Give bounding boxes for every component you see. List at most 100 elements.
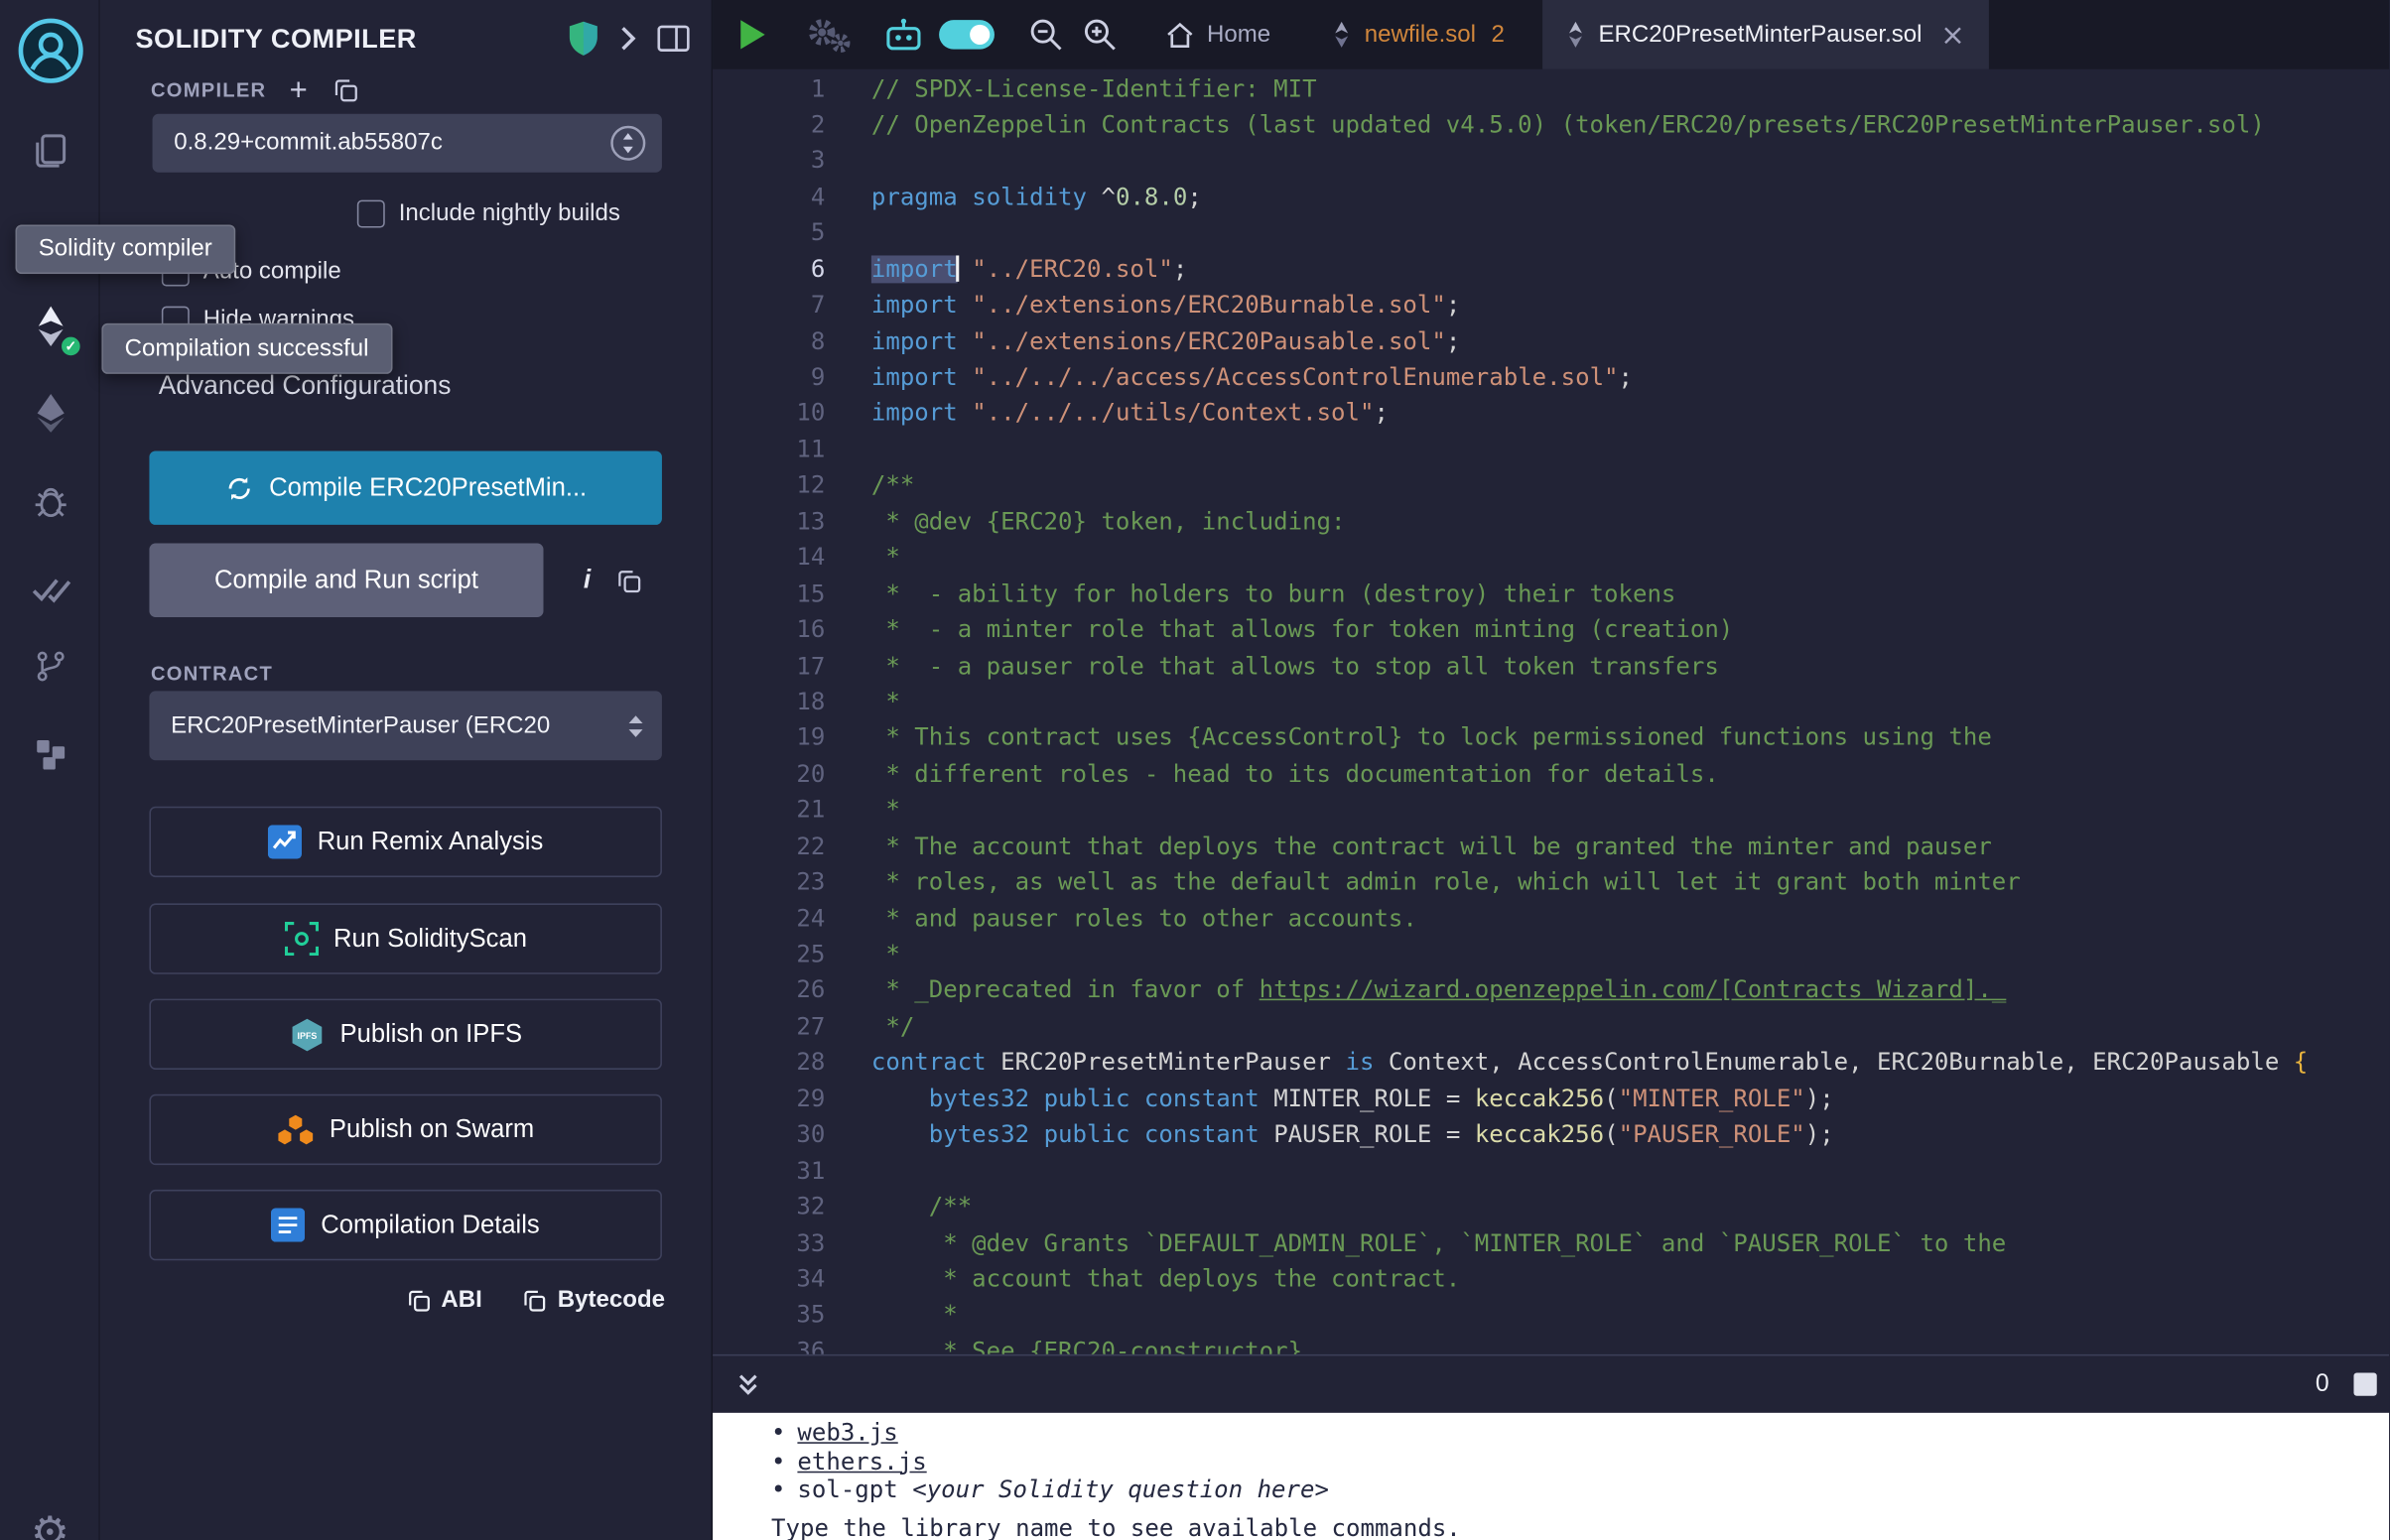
debugger-icon[interactable] — [0, 468, 100, 536]
code-line[interactable]: 33 * @dev Grants `DEFAULT_ADMIN_ROLE`, `… — [713, 1225, 2389, 1261]
code-line[interactable]: 13 * @dev {ERC20} token, including: — [713, 504, 2389, 540]
include-nightly-builds-row[interactable]: Include nightly builds — [357, 197, 620, 231]
code-line[interactable]: 22 * The account that deploys the contra… — [713, 830, 2389, 865]
ipfs-icon: IPFS — [289, 1016, 325, 1052]
copy-version-icon[interactable] — [332, 77, 357, 103]
code-line[interactable]: 24 * and pauser roles to other accounts. — [713, 901, 2389, 937]
code-line[interactable]: 17 * - a pauser role that allows to stop… — [713, 649, 2389, 685]
line-content: import "../../../utils/Context.sol"; — [825, 396, 1389, 432]
tab-home[interactable]: Home — [1145, 0, 1290, 69]
code-line[interactable]: 11 — [713, 433, 2389, 468]
compile-button[interactable]: Compile ERC20PresetMin... — [149, 450, 661, 524]
advanced-configurations[interactable]: Advanced Configurations — [159, 371, 756, 402]
compile-run-button[interactable]: Compile and Run script — [149, 544, 543, 617]
code-line[interactable]: 1// SPDX-License-Identifier: MIT — [713, 71, 2389, 107]
code-line[interactable]: 30 bytes32 public constant PAUSER_ROLE =… — [713, 1117, 2389, 1153]
add-custom-compiler-icon[interactable]: + — [290, 79, 309, 101]
close-tab-icon[interactable]: × — [1940, 18, 1965, 52]
copy-abi-button[interactable]: ABI — [406, 1287, 482, 1315]
code-line[interactable]: 18 * — [713, 685, 2389, 720]
code-line[interactable]: 26 * _Deprecated in favor of https://wiz… — [713, 973, 2389, 1009]
ai-copilot-toggle[interactable] — [939, 20, 995, 49]
code-line[interactable]: 36 * See {ERC20-constructor}. — [713, 1334, 2389, 1353]
tab-label: newfile.sol — [1365, 21, 1476, 49]
code-token — [871, 1120, 929, 1148]
solidity-file-icon — [1566, 22, 1586, 48]
code-line[interactable]: 31 — [713, 1154, 2389, 1190]
code-line[interactable]: 5 — [713, 216, 2389, 252]
code-line[interactable]: 34 * account that deploys the contract. — [713, 1262, 2389, 1298]
code-token — [871, 1193, 929, 1220]
line-content: import "../extensions/ERC20Burnable.sol"… — [825, 288, 1460, 323]
abi-bytecode-row: ABI Bytecode — [406, 1287, 665, 1315]
code-line[interactable]: 3 — [713, 144, 2389, 180]
remix-logo[interactable] — [0, 17, 100, 84]
code-token: "../../../access/AccessControlEnumerable… — [972, 363, 1618, 391]
line-number: 21 — [713, 793, 825, 829]
static-analysis-icon[interactable] — [0, 556, 100, 623]
info-icon[interactable]: i — [584, 565, 591, 595]
run-solidityscan-button[interactable]: Run SolidityScan — [149, 903, 661, 973]
code-token: * different roles - head to its document… — [871, 760, 1719, 788]
code-line[interactable]: 8import "../extensions/ERC20Pausable.sol… — [713, 324, 2389, 360]
code-line[interactable]: 9import "../../../access/AccessControlEn… — [713, 360, 2389, 396]
remix-ide-window: ✓ ⚙ SOLIDITY COMPILER — [0, 0, 2389, 1540]
solidity-compiler-icon[interactable]: ✓ — [0, 293, 100, 360]
editor-settings-gears-icon[interactable] — [804, 15, 854, 55]
tab-erc20presetminterpauser[interactable]: ERC20PresetMinterPauser.sol × — [1543, 0, 1988, 69]
chevron-right-icon[interactable] — [619, 25, 638, 53]
code-line[interactable]: 2// OpenZeppelin Contracts (last updated… — [713, 107, 2389, 143]
zoom-in-icon[interactable] — [1082, 17, 1118, 53]
code-line[interactable]: 29 bytes32 public constant MINTER_ROLE =… — [713, 1082, 2389, 1117]
code-line[interactable]: 15 * - ability for holders to burn (dest… — [713, 577, 2389, 612]
publish-swarm-button[interactable]: Publish on Swarm — [149, 1094, 661, 1165]
code-line[interactable]: 35 * — [713, 1298, 2389, 1334]
line-number: 23 — [713, 865, 825, 901]
code-line[interactable]: 14 * — [713, 541, 2389, 577]
copy-bytecode-button[interactable]: Bytecode — [522, 1287, 665, 1315]
compilation-details-button[interactable]: Compilation Details — [149, 1190, 661, 1260]
code-line[interactable]: 16 * - a minter role that allows for tok… — [713, 612, 2389, 648]
plugin-manager-icon[interactable] — [0, 720, 100, 788]
code-line[interactable]: 32 /** — [713, 1190, 2389, 1225]
code-line[interactable]: 19 * This contract uses {AccessControl} … — [713, 720, 2389, 756]
code-token — [958, 363, 972, 391]
run-script-play-button[interactable] — [737, 19, 766, 52]
tab-newfile[interactable]: newfile.sol 2 — [1312, 0, 1525, 69]
code-line[interactable]: 20 * different roles - head to its docum… — [713, 757, 2389, 793]
line-number: 34 — [713, 1262, 825, 1298]
nightly-checkbox[interactable] — [357, 200, 385, 228]
run-remix-analysis-button[interactable]: Run Remix Analysis — [149, 807, 661, 877]
code-line[interactable]: 23 * roles, as well as the default admin… — [713, 865, 2389, 901]
settings-icon[interactable]: ⚙ — [0, 1497, 100, 1540]
line-number: 28 — [713, 1046, 825, 1082]
contract-select[interactable]: ERC20PresetMinterPauser (ERC20 — [149, 691, 661, 760]
publish-ipfs-button[interactable]: IPFS Publish on IPFS — [149, 999, 661, 1070]
action-label: Run SolidityScan — [333, 924, 527, 953]
file-explorer-icon[interactable] — [0, 117, 100, 185]
terminal-link[interactable]: web3.js — [797, 1419, 897, 1447]
copy-script-icon[interactable] — [615, 568, 641, 593]
compiler-version-select[interactable]: 0.8.29+commit.ab55807c — [153, 114, 662, 173]
split-view-icon[interactable] — [657, 25, 690, 53]
code-line[interactable]: 25 * — [713, 938, 2389, 973]
code-token: Context, AccessControlEnumerable, ERC20B… — [1374, 1049, 2293, 1077]
line-number: 8 — [713, 324, 825, 360]
zoom-out-icon[interactable] — [1028, 17, 1064, 53]
code-line[interactable]: 28contract ERC20PresetMinterPauser is Co… — [713, 1046, 2389, 1082]
git-icon[interactable] — [0, 632, 100, 700]
terminal-link[interactable]: ethers.js — [797, 1448, 926, 1476]
code-token: import — [871, 363, 958, 391]
listen-checkbox[interactable] — [2353, 1372, 2376, 1395]
code-line[interactable]: 7import "../extensions/ERC20Burnable.sol… — [713, 288, 2389, 323]
code-line[interactable]: 6import "../ERC20.sol"; — [713, 252, 2389, 288]
expand-terminal-icon[interactable] — [734, 1372, 762, 1397]
code-line[interactable]: 12/** — [713, 468, 2389, 504]
code-line[interactable]: 4pragma solidity ^0.8.0; — [713, 180, 2389, 215]
code-line[interactable]: 10import "../../../utils/Context.sol"; — [713, 396, 2389, 432]
code-line[interactable]: 21 * — [713, 793, 2389, 829]
code-line[interactable]: 27 */ — [713, 1009, 2389, 1045]
code-editor[interactable]: 1// SPDX-License-Identifier: MIT2// Open… — [713, 69, 2389, 1354]
code-token: ; — [1446, 291, 1460, 319]
deploy-run-icon[interactable] — [0, 379, 100, 447]
